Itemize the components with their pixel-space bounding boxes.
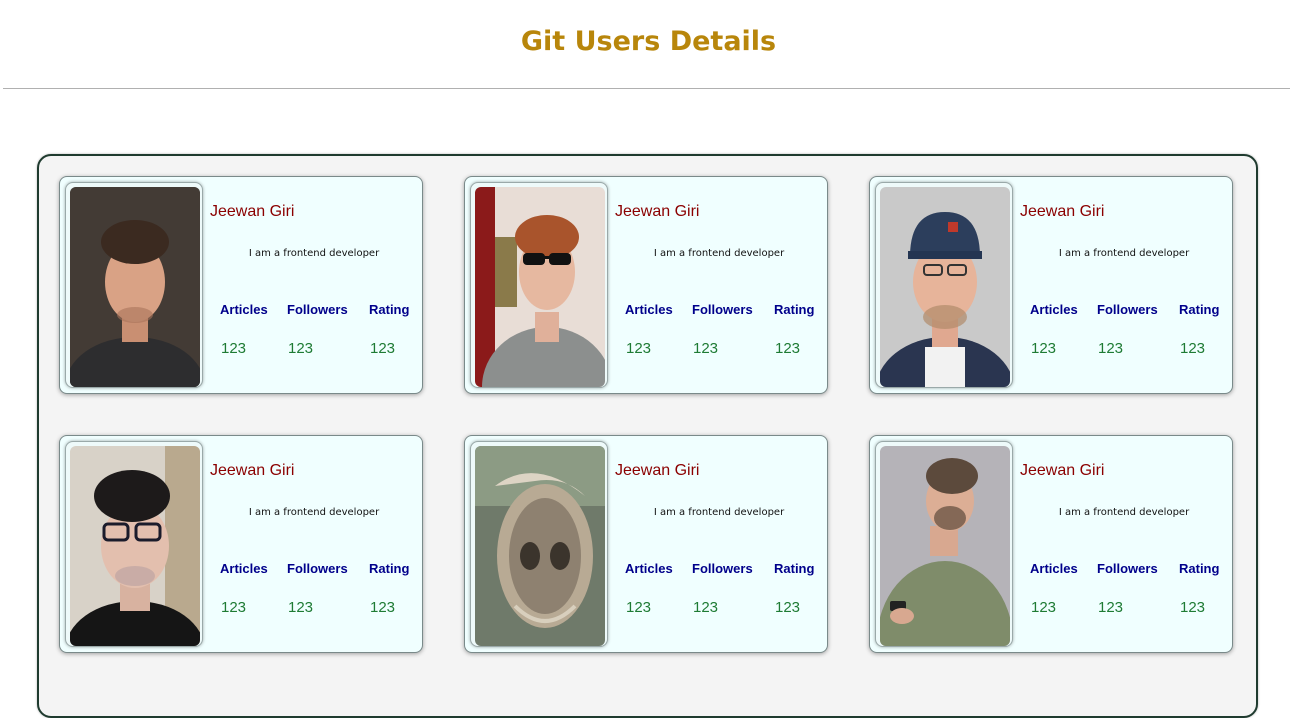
page-title: Git Users Details [520, 26, 777, 57]
rating-value: 123 [1180, 599, 1206, 616]
user-bio: I am a frontend developer [653, 507, 785, 518]
followers-label: Followers [287, 302, 348, 317]
user-name: Jeewan Giri [210, 203, 295, 220]
articles-label: Articles [625, 302, 673, 317]
articles-value: 123 [1031, 340, 1057, 357]
user-name: Jeewan Giri [1020, 203, 1105, 220]
followers-label: Followers [1097, 561, 1158, 576]
articles-value: 123 [1031, 599, 1057, 616]
articles-label: Articles [220, 561, 268, 576]
followers-label: Followers [1097, 302, 1158, 317]
rating-label: Rating [369, 302, 410, 317]
avatar [880, 446, 1010, 646]
rating-value: 123 [775, 340, 801, 357]
user-bio: I am a frontend developer [248, 507, 380, 518]
user-name: Jeewan Giri [1020, 462, 1105, 479]
articles-label: Articles [220, 302, 268, 317]
followers-value: 123 [693, 599, 719, 616]
user-name: Jeewan Giri [615, 203, 700, 220]
header-divider [3, 88, 1290, 89]
rating-label: Rating [774, 302, 815, 317]
articles-value: 123 [221, 599, 247, 616]
user-bio: I am a frontend developer [1058, 248, 1190, 259]
followers-value: 123 [693, 340, 719, 357]
user-card: Jeewan Giri I am a frontend developer Ar… [869, 176, 1233, 394]
rating-value: 123 [1180, 340, 1206, 357]
followers-label: Followers [287, 561, 348, 576]
rating-label: Rating [1179, 561, 1220, 576]
avatar [70, 187, 200, 387]
user-card: Jeewan Giri I am a frontend developer Ar… [464, 176, 828, 394]
articles-label: Articles [1030, 302, 1078, 317]
user-card: Jeewan Giri I am a frontend developer Ar… [464, 435, 828, 653]
articles-label: Articles [1030, 561, 1078, 576]
user-card: Jeewan Giri I am a frontend developer Ar… [59, 435, 423, 653]
followers-value: 123 [1098, 599, 1124, 616]
rating-value: 123 [775, 599, 801, 616]
rating-value: 123 [370, 599, 396, 616]
avatar [475, 446, 605, 646]
followers-label: Followers [692, 561, 753, 576]
rating-label: Rating [774, 561, 815, 576]
user-bio: I am a frontend developer [248, 248, 380, 259]
user-name: Jeewan Giri [210, 462, 295, 479]
user-card: Jeewan Giri I am a frontend developer Ar… [869, 435, 1233, 653]
rating-value: 123 [370, 340, 396, 357]
followers-label: Followers [692, 302, 753, 317]
followers-value: 123 [1098, 340, 1124, 357]
articles-value: 123 [221, 340, 247, 357]
avatar [475, 187, 605, 387]
rating-label: Rating [369, 561, 410, 576]
user-name: Jeewan Giri [615, 462, 700, 479]
users-grid: Jeewan Giri I am a frontend developer Ar… [37, 154, 1258, 718]
articles-value: 123 [626, 599, 652, 616]
user-bio: I am a frontend developer [1058, 507, 1190, 518]
rating-label: Rating [1179, 302, 1220, 317]
user-bio: I am a frontend developer [653, 248, 785, 259]
followers-value: 123 [288, 599, 314, 616]
articles-value: 123 [626, 340, 652, 357]
avatar [880, 187, 1010, 387]
avatar [70, 446, 200, 646]
articles-label: Articles [625, 561, 673, 576]
user-card: Jeewan Giri I am a frontend developer Ar… [59, 176, 423, 394]
followers-value: 123 [288, 340, 314, 357]
